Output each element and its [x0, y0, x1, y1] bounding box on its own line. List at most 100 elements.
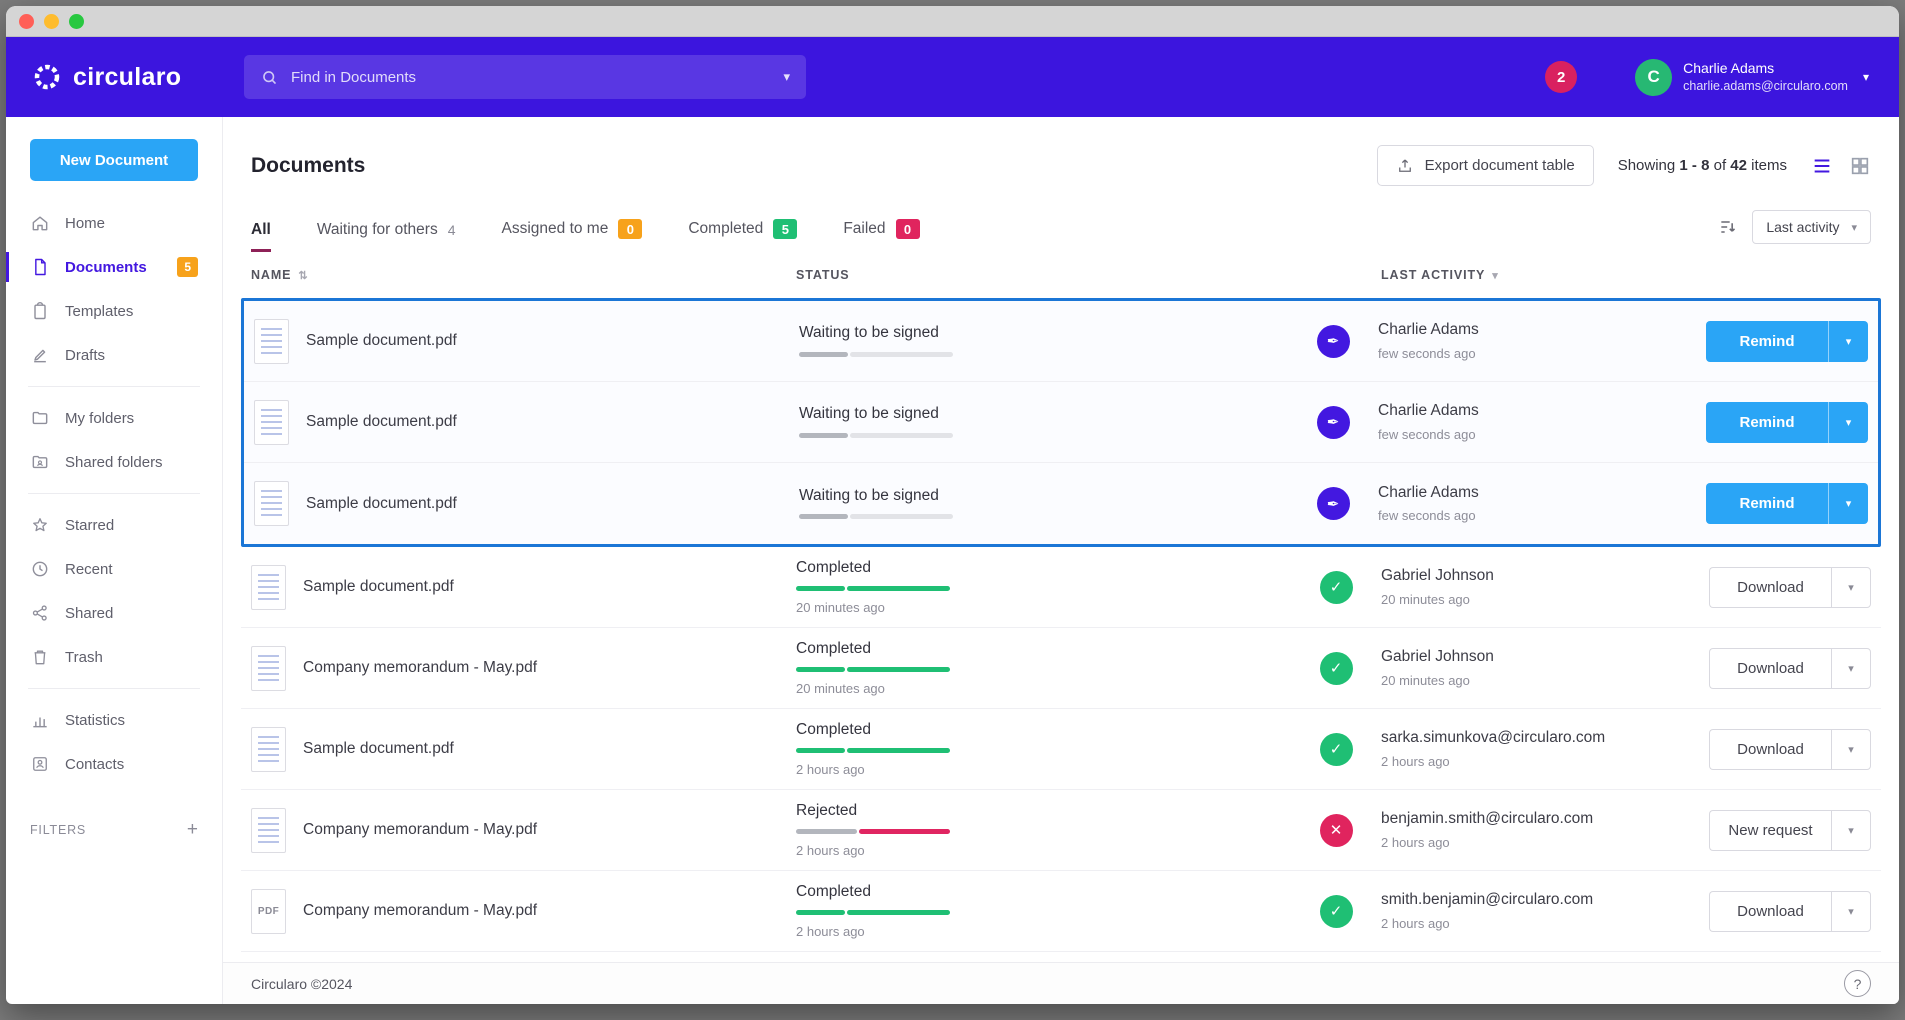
download-button[interactable]: Download — [1709, 648, 1831, 689]
document-name[interactable]: Company memorandum - May.pdf — [303, 659, 537, 677]
table-row[interactable]: Company memorandum - May.pdfRejected2 ho… — [241, 790, 1881, 871]
action-dropdown-caret[interactable]: ▾ — [1831, 891, 1871, 932]
search-input[interactable] — [291, 69, 771, 86]
table-row[interactable]: Sample document.pdfCompleted2 hours ago✓… — [241, 709, 1881, 790]
help-button[interactable]: ? — [1844, 970, 1871, 997]
table-row[interactable]: PDFCompany memorandum - May.pdfCompleted… — [241, 871, 1881, 952]
user-menu[interactable]: C Charlie Adams charlie.adams@circularo.… — [1635, 59, 1869, 96]
table-row[interactable]: Company memorandum - May.pdfCompleted20 … — [241, 628, 1881, 709]
document-name[interactable]: Company memorandum - May.pdf — [303, 821, 537, 839]
export-document-table-button[interactable]: Export document table — [1377, 145, 1594, 186]
brand-name: circularo — [73, 63, 181, 92]
sidebar-item-shared-folders[interactable]: Shared folders — [6, 440, 222, 484]
tab-all[interactable]: All — [251, 221, 271, 252]
sidebar-item-starred[interactable]: Starred — [6, 503, 222, 547]
download-button[interactable]: Download — [1709, 567, 1831, 608]
sidebar-item-templates[interactable]: Templates — [6, 289, 222, 333]
remind-button[interactable]: Remind — [1706, 483, 1828, 524]
document-name[interactable]: Company memorandum - May.pdf — [303, 902, 537, 920]
action-dropdown-caret[interactable]: ▾ — [1831, 810, 1871, 851]
remind-button[interactable]: Remind — [1706, 402, 1828, 443]
tab-completed[interactable]: Completed5 — [688, 219, 797, 252]
signature-pen-icon: ✒ — [1317, 487, 1350, 520]
document-name[interactable]: Sample document.pdf — [306, 413, 457, 431]
tab-failed[interactable]: Failed0 — [843, 219, 919, 252]
contacts-icon — [30, 754, 50, 774]
sidebar: New Document HomeDocuments5TemplatesDraf… — [6, 117, 223, 1004]
sidebar-item-recent[interactable]: Recent — [6, 547, 222, 591]
document-name[interactable]: Sample document.pdf — [306, 495, 457, 513]
page-footer: Circularo ©2024 ? — [223, 962, 1899, 1004]
last-activity-cell: Charlie Adamsfew seconds ago — [1378, 322, 1678, 360]
table-row[interactable]: Sample document.pdfWaiting to be signed✒… — [244, 301, 1878, 382]
column-header-status[interactable]: STATUS — [796, 268, 1291, 282]
main-header-right: Export document table Showing 1 - 8 of 4… — [1377, 145, 1871, 186]
action-dropdown-caret[interactable]: ▾ — [1831, 729, 1871, 770]
status-text: Waiting to be signed — [799, 488, 1288, 504]
action-dropdown-caret[interactable]: ▾ — [1831, 567, 1871, 608]
document-name-cell: Sample document.pdf — [254, 481, 799, 526]
notifications-badge[interactable]: 2 — [1545, 61, 1577, 93]
sidebar-item-statistics[interactable]: Statistics — [6, 698, 222, 742]
action-dropdown-caret[interactable]: ▾ — [1828, 321, 1868, 362]
download-button[interactable]: Download — [1709, 891, 1831, 932]
signature-pen-icon: ✒ — [1317, 406, 1350, 439]
column-header-label: NAME — [251, 268, 291, 282]
window-zoom-button[interactable] — [69, 14, 84, 29]
window-minimize-button[interactable] — [44, 14, 59, 29]
new-request-button[interactable]: New request — [1709, 810, 1831, 851]
list-view-icon[interactable] — [1811, 155, 1833, 177]
download-button[interactable]: Download — [1709, 729, 1831, 770]
sidebar-item-documents[interactable]: Documents5 — [6, 245, 222, 289]
sidebar-item-home[interactable]: Home — [6, 201, 222, 245]
action-dropdown-caret[interactable]: ▾ — [1828, 483, 1868, 524]
table-row[interactable]: Sample document.pdf Waiting to be signed ✒… — [244, 382, 1878, 463]
tab-label: Failed — [843, 220, 885, 238]
document-name-cell: Sample document.pdf — [254, 400, 799, 445]
search-scope-caret-icon[interactable]: ▾ — [783, 69, 790, 85]
action-dropdown-caret[interactable]: ▾ — [1831, 648, 1871, 689]
last-activity-cell: benjamin.smith@circularo.com2 hours ago — [1381, 811, 1681, 849]
brand-logo[interactable]: circularo — [32, 62, 244, 92]
document-name[interactable]: Sample document.pdf — [303, 578, 454, 596]
tab-label: Assigned to me — [502, 220, 609, 238]
status-cell: Waiting to be signed — [799, 406, 1288, 438]
sidebar-item-shared[interactable]: Shared — [6, 591, 222, 635]
document-name-cell: Sample document.pdf — [251, 565, 796, 610]
status-icon-cell: ✓ — [1291, 571, 1381, 604]
sidebar-divider — [28, 386, 200, 387]
column-header-last-activity[interactable]: LAST ACTIVITY▾ — [1381, 268, 1681, 282]
remind-button[interactable]: Remind — [1706, 321, 1828, 362]
sidebar-item-contacts[interactable]: Contacts — [6, 742, 222, 786]
documents-icon — [30, 257, 50, 277]
column-header-name[interactable]: NAME ⇅ — [251, 268, 796, 282]
tab-assigned-to-me[interactable]: Assigned to me0 — [502, 219, 643, 252]
sidebar-item-my-folders[interactable]: My folders — [6, 396, 222, 440]
table-row[interactable]: Sample document.pdfCompleted20 minutes a… — [241, 547, 1881, 628]
action-dropdown-caret[interactable]: ▾ — [1828, 402, 1868, 443]
add-filter-button[interactable]: + — [187, 820, 198, 839]
circularo-logo-icon — [32, 62, 62, 92]
filters-label: FILTERS — [30, 823, 86, 837]
sidebar-item-trash[interactable]: Trash — [6, 635, 222, 679]
status-text: Waiting to be signed — [799, 325, 1288, 341]
document-search-bar[interactable]: ▾ — [244, 55, 806, 99]
progress-bar — [796, 667, 948, 672]
status-icon-cell: ✒ — [1288, 406, 1378, 439]
sidebar-item-drafts[interactable]: Drafts — [6, 333, 222, 377]
sort-arrows-icon: ⇅ — [298, 269, 308, 282]
sort-by-dropdown[interactable]: Last activity ▾ — [1752, 210, 1871, 244]
sort-direction-icon[interactable] — [1718, 217, 1738, 237]
document-name-cell: Company memorandum - May.pdf — [251, 646, 796, 691]
new-document-button[interactable]: New Document — [30, 139, 198, 181]
tab-waiting-for-others[interactable]: Waiting for others4 — [317, 221, 456, 252]
document-name[interactable]: Sample document.pdf — [306, 332, 457, 350]
status-text: Completed — [796, 560, 1291, 576]
document-name[interactable]: Sample document.pdf — [303, 740, 454, 758]
sort-caret-icon: ▾ — [1851, 221, 1857, 234]
table-row[interactable]: Sample document.pdf Waiting to be signed ✒… — [244, 463, 1878, 544]
grid-view-icon[interactable] — [1849, 155, 1871, 177]
row-action-cell: New request▾ — [1681, 810, 1871, 851]
window-close-button[interactable] — [19, 14, 34, 29]
row-action-cell: Download▾ — [1681, 567, 1871, 608]
